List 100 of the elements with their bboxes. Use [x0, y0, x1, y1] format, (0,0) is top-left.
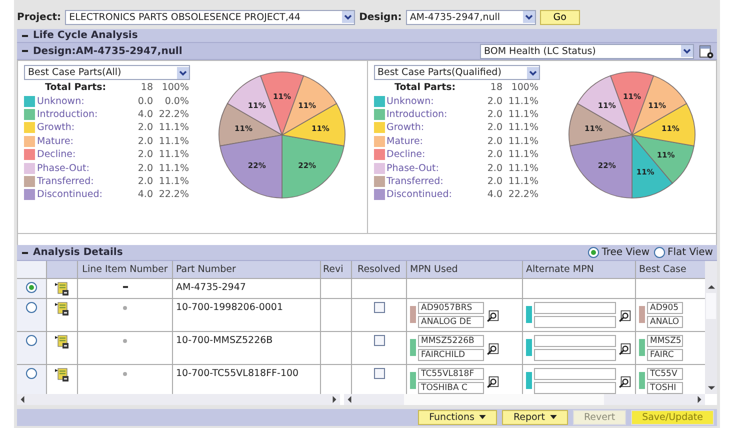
legend-count: 2.0 [486, 176, 502, 187]
manufacturer-field[interactable]: TOSHIBA C [418, 382, 484, 394]
vertical-scrollbar[interactable] [705, 261, 717, 394]
radio-button[interactable] [654, 247, 664, 258]
document-icon[interactable] [55, 282, 69, 296]
scroll-right-arrow-icon[interactable] [696, 395, 703, 404]
scroll-up-arrow-icon[interactable] [706, 283, 716, 291]
alternate-manufacturer-field[interactable] [534, 382, 616, 394]
column-header[interactable]: Alternate MPN [523, 261, 636, 278]
best-case-field[interactable]: AD905 [647, 302, 683, 314]
legend-percent: 22.2% [158, 108, 189, 120]
column-header[interactable]: MPN Used [407, 261, 523, 278]
legend-count: 2.0 [486, 149, 502, 160]
project-label: Project: [17, 12, 62, 22]
legend-count: 0.0 [136, 96, 153, 107]
legend-label: Growth: [37, 122, 76, 134]
best-case-field[interactable]: TC55V [647, 368, 683, 380]
mpn-field[interactable]: AD9057BRS [418, 302, 484, 314]
go-button[interactable]: Go [540, 10, 580, 24]
search-icon[interactable] [618, 376, 631, 389]
legend-label: Discontinued: [386, 189, 453, 200]
alternate-manufacturer-field[interactable] [534, 349, 616, 361]
legend-count: 2.0 [486, 122, 502, 134]
search-icon[interactable] [486, 310, 499, 323]
tree-leaf-icon [123, 372, 127, 376]
resolved-checkbox[interactable] [374, 368, 384, 379]
row-radio-button[interactable] [26, 335, 37, 346]
settings-icon[interactable] [699, 44, 714, 58]
view-select[interactable]: BOM Health (LC Status) [480, 44, 694, 58]
legend-percent: 11.1% [158, 162, 189, 174]
radio-button[interactable] [588, 247, 599, 258]
scroll-down-arrow-icon[interactable] [706, 384, 716, 392]
search-icon[interactable] [618, 343, 631, 356]
legend-count: 2.0 [136, 122, 153, 134]
column-header[interactable]: Part Number [173, 261, 321, 278]
tree-leaf-icon [123, 339, 127, 343]
horizontal-scrollbar[interactable] [17, 394, 340, 405]
best-case-manufacturer-field[interactable]: TOSHI [647, 382, 683, 394]
dropdown-icon [526, 66, 538, 78]
legend-percent: 11.1% [158, 122, 189, 134]
view-option-label[interactable]: Flat View [668, 247, 713, 258]
legend-count: 2.0 [136, 162, 153, 174]
filter-select[interactable]: Best Case Parts(Qualified) [374, 65, 540, 80]
document-icon[interactable] [55, 335, 69, 349]
legend-label: Phase-Out: [386, 162, 440, 174]
design-select[interactable]: AM-4735-2947,null [406, 10, 536, 24]
document-icon[interactable] [55, 368, 69, 382]
total-label: Total Parts: [394, 82, 457, 94]
total-percent: 100% [510, 82, 538, 94]
horizontal-scrollbar[interactable] [344, 394, 705, 405]
legend-label: Mature: [386, 136, 424, 147]
best-case-manufacturer-field[interactable]: FAIRC [647, 349, 683, 361]
search-icon[interactable] [486, 343, 499, 356]
caret-icon [479, 415, 486, 420]
scrollbar-thumb[interactable] [706, 293, 716, 319]
alternate-mpn-field[interactable] [534, 302, 616, 314]
footer-button[interactable]: Report [502, 410, 568, 425]
mpn-field[interactable]: MMSZ5226B [418, 335, 484, 347]
manufacturer-field[interactable]: ANALOG DE [418, 316, 484, 328]
scroll-right-arrow-icon[interactable] [331, 395, 338, 404]
part-number: AM-4735-2947 [176, 282, 246, 293]
row-radio-button[interactable] [26, 368, 37, 379]
row-radio-button[interactable] [26, 302, 37, 313]
best-case-manufacturer-field[interactable]: ANALO [647, 316, 683, 328]
search-icon[interactable] [486, 376, 499, 389]
resolved-checkbox[interactable] [374, 302, 384, 313]
scroll-left-arrow-icon[interactable] [19, 395, 26, 404]
best-case-field[interactable]: MMSZ5 [647, 335, 683, 347]
legend-count: 2.0 [486, 136, 502, 147]
legend-percent: 11.1% [507, 176, 538, 187]
legend-percent: 0.0% [164, 96, 189, 107]
alternate-manufacturer-field[interactable] [534, 316, 616, 328]
manufacturer-field[interactable]: FAIRCHILD [418, 349, 484, 361]
project-select[interactable]: ELECTRONICS PARTS OBSOLESENCE PROJECT,44 [65, 10, 356, 24]
legend-label: Transferred: [37, 176, 95, 187]
column-header[interactable]: Best Case [636, 261, 697, 278]
legend-count: 2.0 [136, 176, 153, 187]
footer-button[interactable]: Functions [418, 410, 498, 425]
resolved-checkbox[interactable] [374, 335, 384, 346]
legend-percent: 11.1% [158, 136, 189, 147]
alternate-mpn-field[interactable] [534, 335, 616, 347]
column-header[interactable]: Line Item Number [78, 261, 173, 278]
legend-percent: 11.1% [158, 149, 189, 160]
legend-count: 2.0 [136, 149, 153, 160]
search-icon[interactable] [618, 310, 631, 323]
total-count: 18 [140, 82, 153, 94]
scroll-left-arrow-icon[interactable] [346, 395, 353, 404]
legend-percent: 22.2% [507, 189, 538, 200]
legend-count: 4.0 [136, 108, 153, 120]
document-icon[interactable] [55, 302, 69, 316]
alternate-mpn-field[interactable] [534, 368, 616, 380]
view-option-label[interactable]: Tree View [602, 247, 650, 258]
part-number: 10-700-1998206-0001 [176, 302, 283, 313]
filter-select[interactable]: Best Case Parts(All) [24, 65, 190, 80]
row-radio-button[interactable] [26, 282, 37, 293]
legend-count: 4.0 [486, 189, 502, 200]
design-label: Design: [359, 12, 402, 22]
mpn-field[interactable]: TC55VL818F [418, 368, 484, 380]
column-header[interactable]: Revi [321, 261, 352, 278]
column-header[interactable]: Resolved [352, 261, 407, 278]
